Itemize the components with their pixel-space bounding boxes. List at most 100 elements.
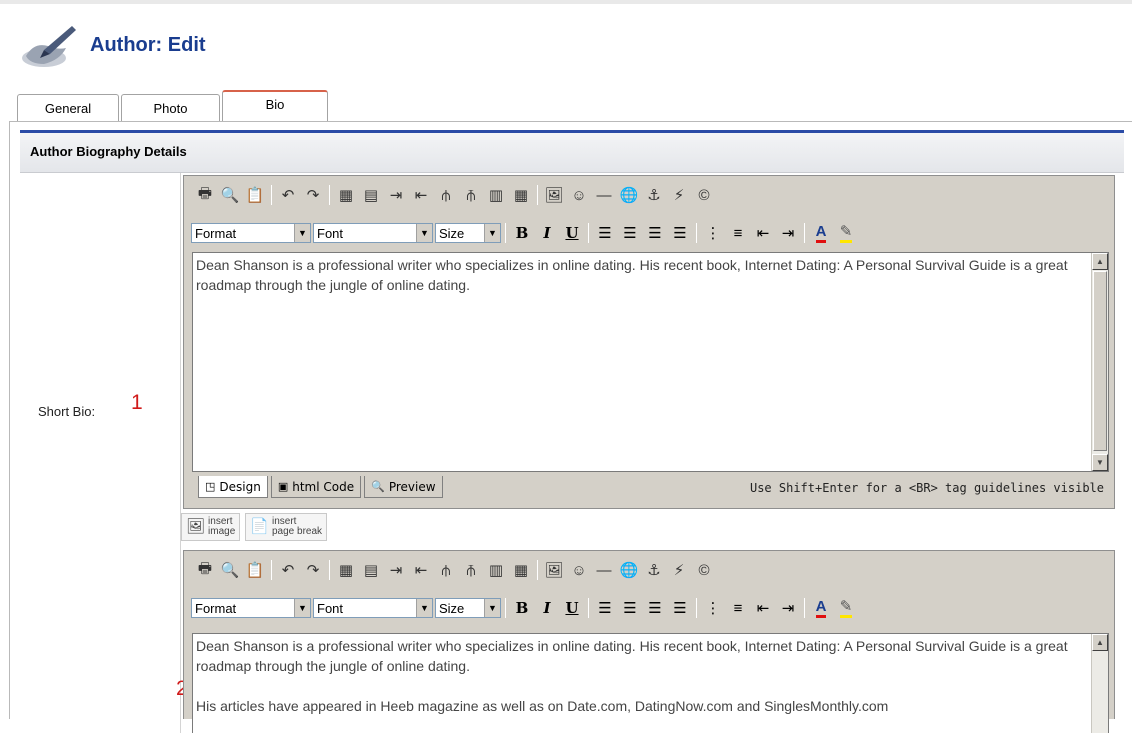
highlight-color-icon[interactable]: ✎ — [835, 597, 857, 619]
undo-icon[interactable]: ↶ — [277, 559, 299, 581]
copyright-icon[interactable]: © — [693, 559, 715, 581]
split-icon[interactable]: ⫛ — [435, 559, 457, 581]
editor-toolbar-format: Format ▼ Font ▼ Size ▼ B I U ☰ ☰ ☰ ☰ ⋮ ≡ ⇤ … — [191, 596, 860, 620]
tab-general[interactable]: General — [17, 94, 119, 122]
indent-icon[interactable]: ⇥ — [777, 597, 799, 619]
align-right-icon[interactable]: ☰ — [644, 597, 666, 619]
justify-icon[interactable]: ☰ — [669, 222, 691, 244]
toolbar-separator — [505, 223, 506, 243]
font-color-icon[interactable]: A — [810, 222, 832, 244]
font-color-icon[interactable]: A — [810, 597, 832, 619]
anchor-icon[interactable]: ⚓ — [643, 559, 665, 581]
align-left-icon[interactable]: ☰ — [594, 597, 616, 619]
link-icon[interactable]: 🌐 — [618, 184, 640, 206]
align-left-icon[interactable]: ☰ — [594, 222, 616, 244]
tab-photo[interactable]: Photo — [121, 94, 220, 122]
flash-icon[interactable]: ⚡ — [668, 184, 690, 206]
horizontal-rule-icon[interactable]: — — [593, 559, 615, 581]
vertical-scrollbar[interactable]: ▲ — [1091, 634, 1108, 733]
insert-row-icon[interactable]: ▥ — [485, 559, 507, 581]
table-grid-icon[interactable]: ▦ — [510, 184, 532, 206]
html-code-mode-tab[interactable]: ▣ html Code — [270, 476, 362, 498]
tab-bar: General Photo Bio — [17, 90, 330, 122]
toolbar-separator — [271, 185, 272, 205]
print-icon[interactable]: 🖶 — [194, 559, 216, 581]
short-bio-textarea[interactable]: Dean Shanson is a professional writer wh… — [192, 252, 1109, 472]
paste-word-icon[interactable]: 📋 — [244, 184, 266, 206]
font-select[interactable]: Font ▼ — [313, 598, 433, 618]
find-icon[interactable]: 🔍 — [219, 184, 241, 206]
format-select[interactable]: Format ▼ — [191, 598, 311, 618]
copyright-icon[interactable]: © — [693, 184, 715, 206]
anchor-icon[interactable]: ⚓ — [643, 184, 665, 206]
scroll-up-icon[interactable]: ▲ — [1092, 253, 1108, 270]
top-divider — [0, 0, 1132, 4]
font-select[interactable]: Font ▼ — [313, 223, 433, 243]
scroll-thumb[interactable] — [1093, 271, 1107, 451]
delete-column-icon[interactable]: ⇤ — [410, 184, 432, 206]
smiley-icon[interactable]: ☺ — [568, 184, 590, 206]
ordered-list-icon[interactable]: ⋮ — [702, 597, 724, 619]
font-select-label: Font — [317, 225, 344, 241]
toolbar-separator — [505, 598, 506, 618]
image-icon[interactable]: 🖼 — [543, 559, 565, 581]
format-select[interactable]: Format ▼ — [191, 223, 311, 243]
outdent-icon[interactable]: ⇤ — [752, 597, 774, 619]
paste-word-icon[interactable]: 📋 — [244, 559, 266, 581]
align-center-icon[interactable]: ☰ — [619, 222, 641, 244]
insert-column-icon[interactable]: ⇥ — [385, 184, 407, 206]
vertical-scrollbar[interactable]: ▲ ▼ — [1091, 253, 1108, 471]
underline-icon[interactable]: U — [561, 222, 583, 244]
insert-page-break-button[interactable]: 📄 insert page break — [245, 513, 328, 541]
insert-table-icon[interactable]: ▦ — [335, 559, 357, 581]
tab-bio[interactable]: Bio — [222, 90, 328, 122]
table-grid-icon[interactable]: ▦ — [510, 559, 532, 581]
ordered-list-icon[interactable]: ⋮ — [702, 222, 724, 244]
print-icon[interactable]: 🖶 — [194, 184, 216, 206]
flash-icon[interactable]: ⚡ — [668, 559, 690, 581]
insert-image-button[interactable]: 🖼 insert image — [181, 513, 241, 541]
edit-table-icon[interactable]: ▤ — [360, 184, 382, 206]
size-select[interactable]: Size ▼ — [435, 223, 501, 243]
italic-icon[interactable]: I — [536, 222, 558, 244]
preview-mode-tab[interactable]: 🔍 Preview — [364, 476, 443, 498]
scroll-up-icon[interactable]: ▲ — [1092, 634, 1108, 651]
redo-icon[interactable]: ↷ — [302, 184, 324, 206]
link-icon[interactable]: 🌐 — [618, 559, 640, 581]
bold-icon[interactable]: B — [511, 597, 533, 619]
highlight-color-icon[interactable]: ✎ — [835, 222, 857, 244]
align-right-icon[interactable]: ☰ — [644, 222, 666, 244]
find-icon[interactable]: 🔍 — [219, 559, 241, 581]
outdent-icon[interactable]: ⇤ — [752, 222, 774, 244]
edit-table-icon[interactable]: ▤ — [360, 559, 382, 581]
size-select[interactable]: Size ▼ — [435, 598, 501, 618]
insert-column-icon[interactable]: ⇥ — [385, 559, 407, 581]
smiley-icon[interactable]: ☺ — [568, 559, 590, 581]
merge-icon[interactable]: ⫚ — [460, 184, 482, 206]
insert-table-icon[interactable]: ▦ — [335, 184, 357, 206]
underline-icon[interactable]: U — [561, 597, 583, 619]
justify-icon[interactable]: ☰ — [669, 597, 691, 619]
unordered-list-icon[interactable]: ≡ — [727, 222, 749, 244]
bold-icon[interactable]: B — [511, 222, 533, 244]
split-icon[interactable]: ⫛ — [435, 184, 457, 206]
horizontal-rule-icon[interactable]: — — [593, 184, 615, 206]
merge-icon[interactable]: ⫚ — [460, 559, 482, 581]
align-center-icon[interactable]: ☰ — [619, 597, 641, 619]
undo-icon[interactable]: ↶ — [277, 184, 299, 206]
design-mode-tab[interactable]: ◳ Design — [198, 476, 268, 498]
insert-row-icon[interactable]: ▥ — [485, 184, 507, 206]
chevron-down-icon: ▼ — [416, 599, 432, 617]
unordered-list-icon[interactable]: ≡ — [727, 597, 749, 619]
insert-page-break-line2: page break — [271, 526, 323, 537]
indent-icon[interactable]: ⇥ — [777, 222, 799, 244]
short-bio-editor: 🖶 🔍 📋 ↶ ↷ ▦ ▤ ⇥ ⇤ ⫛ ⫚ ▥ ▦ 🖼 ☺ — 🌐 ⚓ ⚡ © … — [183, 175, 1115, 509]
image-icon[interactable]: 🖼 — [543, 184, 565, 206]
italic-icon[interactable]: I — [536, 597, 558, 619]
label-column: Short Bio: 1 2 — [20, 173, 188, 733]
delete-column-icon[interactable]: ⇤ — [410, 559, 432, 581]
redo-icon[interactable]: ↷ — [302, 559, 324, 581]
scroll-down-icon[interactable]: ▼ — [1092, 454, 1108, 471]
long-bio-textarea[interactable]: Dean Shanson is a professional writer wh… — [192, 633, 1109, 733]
toolbar-separator — [696, 223, 697, 243]
